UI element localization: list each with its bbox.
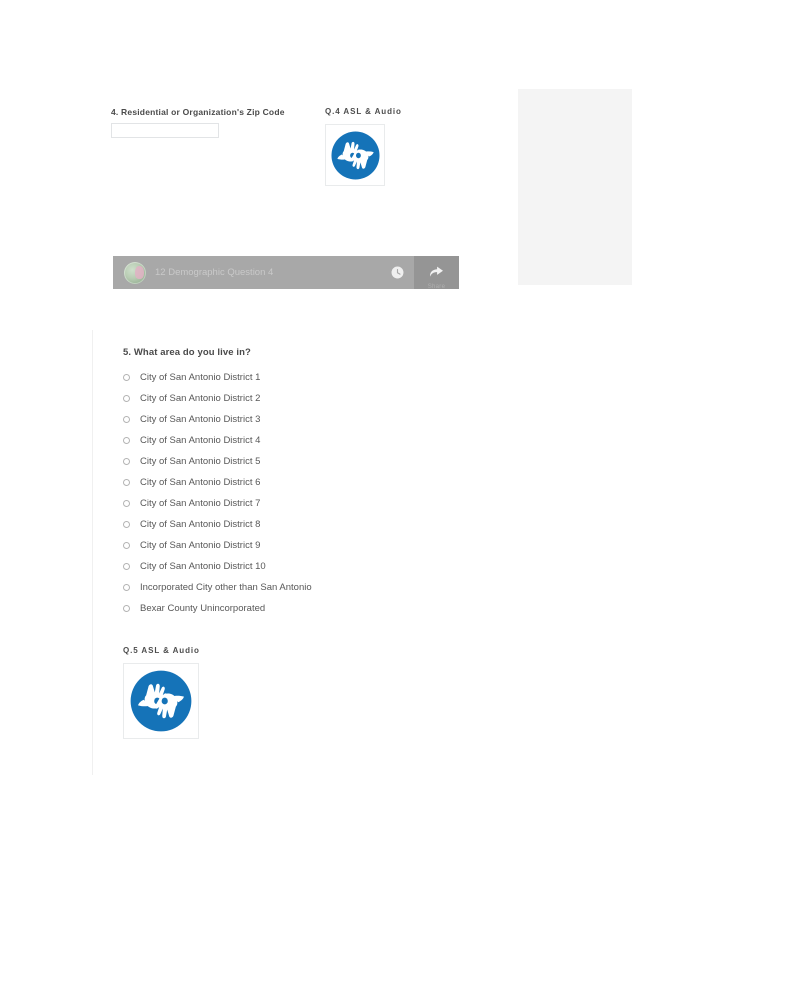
survey-page: 4. Residential or Organization's Zip Cod… — [0, 0, 802, 1000]
option-label: City of San Antonio District 2 — [140, 393, 261, 404]
radio-button[interactable] — [123, 458, 130, 465]
radio-button[interactable] — [123, 542, 130, 549]
channel-avatar[interactable] — [124, 261, 146, 284]
option-label: City of San Antonio District 9 — [140, 540, 261, 551]
sign-language-interpretation-icon — [330, 130, 380, 180]
share-arrow-icon — [429, 266, 443, 277]
radio-button[interactable] — [123, 416, 130, 423]
radio-button[interactable] — [123, 563, 130, 570]
option-label: City of San Antonio District 8 — [140, 519, 261, 530]
list-item[interactable]: City of San Antonio District 2 — [123, 388, 473, 409]
video-title[interactable]: 12 Demographic Question 4 — [155, 267, 380, 278]
option-label: City of San Antonio District 5 — [140, 456, 261, 467]
option-label: City of San Antonio District 3 — [140, 414, 261, 425]
asl-audio-q5-tile[interactable] — [123, 663, 199, 739]
radio-button[interactable] — [123, 521, 130, 528]
list-item[interactable]: City of San Antonio District 7 — [123, 493, 473, 514]
list-item[interactable]: Incorporated City other than San Antonio — [123, 577, 473, 598]
list-item[interactable]: City of San Antonio District 5 — [123, 451, 473, 472]
share-button[interactable]: Share — [414, 256, 459, 289]
asl-audio-q4-block: Q.4 ASL & Audio — [325, 107, 402, 186]
radio-button[interactable] — [123, 374, 130, 381]
question-5-options: City of San Antonio District 1 City of S… — [123, 367, 473, 619]
list-item[interactable]: City of San Antonio District 4 — [123, 430, 473, 451]
radio-button[interactable] — [123, 584, 130, 591]
option-label: Incorporated City other than San Antonio — [140, 582, 312, 593]
list-item[interactable]: City of San Antonio District 3 — [123, 409, 473, 430]
radio-button[interactable] — [123, 605, 130, 612]
list-item[interactable]: City of San Antonio District 8 — [123, 514, 473, 535]
option-label: City of San Antonio District 1 — [140, 372, 261, 383]
option-label: City of San Antonio District 6 — [140, 477, 261, 488]
radio-button[interactable] — [123, 479, 130, 486]
sign-language-interpretation-icon — [130, 670, 192, 732]
asl-audio-q4-heading: Q.4 ASL & Audio — [325, 107, 402, 116]
option-label: Bexar County Unincorporated — [140, 603, 266, 614]
option-label: City of San Antonio District 7 — [140, 498, 261, 509]
question-5-title: 5. What area do you live in? — [123, 347, 251, 358]
asl-audio-q4-tile[interactable] — [325, 124, 385, 186]
video-player-bar[interactable]: 12 Demographic Question 4 Share — [113, 256, 459, 289]
radio-button[interactable] — [123, 500, 130, 507]
watch-later-button[interactable] — [380, 266, 414, 279]
radio-button[interactable] — [123, 395, 130, 402]
list-item[interactable]: City of San Antonio District 10 — [123, 556, 473, 577]
share-label: Share — [427, 284, 446, 289]
radio-button[interactable] — [123, 437, 130, 444]
clock-icon — [391, 266, 403, 279]
option-label: City of San Antonio District 10 — [140, 561, 266, 572]
question-5-block: 5. What area do you live in? City of San… — [92, 330, 492, 775]
list-item[interactable]: Bexar County Unincorporated — [123, 598, 473, 619]
list-item[interactable]: City of San Antonio District 9 — [123, 535, 473, 556]
right-placeholder-panel — [518, 89, 632, 285]
asl-audio-q5-heading: Q.5 ASL & Audio — [123, 646, 200, 655]
zip-code-input[interactable] — [111, 123, 219, 138]
asl-audio-q5-block: Q.5 ASL & Audio — [123, 646, 200, 739]
list-item[interactable]: City of San Antonio District 6 — [123, 472, 473, 493]
option-label: City of San Antonio District 4 — [140, 435, 261, 446]
list-item[interactable]: City of San Antonio District 1 — [123, 367, 473, 388]
